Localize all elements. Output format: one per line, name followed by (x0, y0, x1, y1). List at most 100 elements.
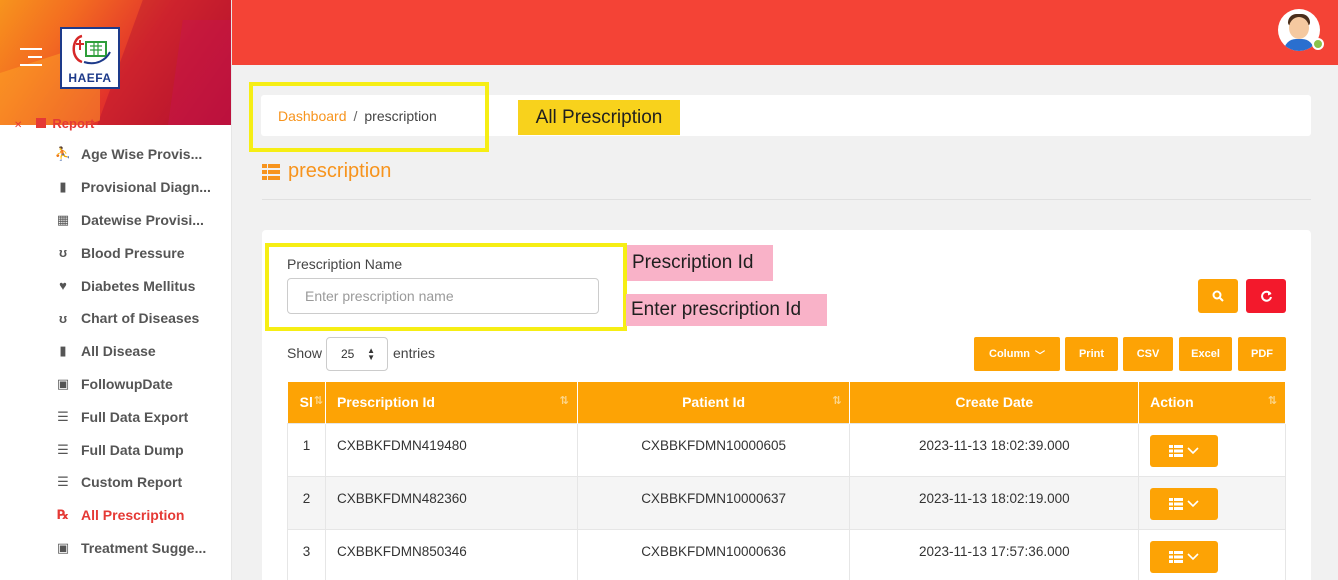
sidebar-item-blood-pressure[interactable]: ʊ Blood Pressure (0, 236, 231, 269)
calendar-icon: ▦ (56, 211, 70, 227)
row-action-dropdown-button[interactable] (1150, 434, 1219, 467)
sidebar-item-label: Diabetes Mellitus (81, 277, 196, 294)
sidebar-item-label: Blood Pressure (81, 244, 185, 261)
sidebar-item-all-prescription[interactable]: ℞ All Prescription (0, 499, 231, 532)
sidebar-item-label: Custom Report (81, 474, 183, 491)
annotation-all-prescription: All Prescription (518, 100, 680, 135)
haefa-logo[interactable]: HAEFA (60, 27, 120, 89)
heartbeat-icon: ♥ (59, 278, 67, 294)
column-header-patient-id[interactable]: Patient Id ⇅ (577, 382, 851, 423)
sidebar-item-provisional-diagn[interactable]: ▮ Provisional Diagn... (0, 171, 231, 204)
refresh-icon (1260, 290, 1272, 302)
cell-prescription-id: CXBBKFDMN482360 (324, 475, 578, 530)
stethoscope-icon: ʊ (58, 245, 68, 261)
sidebar-item-chart-of-diseases[interactable]: ʊ Chart of Diseases (0, 302, 231, 335)
divider (262, 199, 1311, 200)
sidebar-item-full-data-dump[interactable]: ☰ Full Data Dump (0, 433, 231, 466)
chevron-down-icon (1187, 446, 1199, 454)
entries-label: entries (393, 345, 436, 361)
hospital-icon: ▣ (56, 375, 70, 391)
column-header-prescription-id[interactable]: Prescription Id ⇅ (325, 382, 578, 423)
cell-prescription-id: CXBBKFDMN419480 (324, 422, 578, 477)
cell-patient-id: CXBBKFDMN10000637 (576, 475, 851, 530)
entries-select[interactable]: 25 ▲ ▼ (326, 337, 388, 371)
topbar (232, 0, 1338, 65)
search-icon (1212, 290, 1224, 302)
scroll-icon: ▮ (59, 179, 67, 195)
annotation-prescription-id: Prescription Id (627, 245, 773, 281)
sidebar-item-followupdate[interactable]: ▣ FollowupDate (0, 368, 231, 401)
list-icon: ☰ (57, 408, 69, 424)
cell-sl: 1 (287, 422, 326, 477)
sidebar-item-label: Full Data Export (81, 408, 189, 425)
sidebar-item-custom-report[interactable]: ☰ Custom Report (0, 466, 231, 499)
cell-create-date: 2023-11-13 18:02:19.000 (849, 475, 1140, 530)
csv-button[interactable]: CSV (1123, 337, 1173, 371)
cell-prescription-id: CXBBKFDMN850346 (324, 528, 578, 580)
list-icon: ☰ (57, 441, 69, 457)
cell-patient-id: CXBBKFDMN10000636 (576, 528, 851, 580)
column-button[interactable]: Column ﹀ (974, 337, 1060, 371)
sidebar: HAEFA ✕ Report ⛹ Age Wise Provis... ▮ Provis… (0, 0, 232, 580)
cell-patient-id: CXBBKFDMN10000605 (576, 422, 851, 477)
pdf-button[interactable]: PDF (1238, 337, 1286, 371)
column-header-sl[interactable]: Sl ⇅ (287, 382, 326, 423)
sidebar-menu: ⛹ Age Wise Provis... ▮ Provisional Diagn...… (0, 138, 231, 565)
print-button[interactable]: Print (1065, 337, 1118, 371)
row-action-dropdown-button[interactable] (1150, 487, 1219, 520)
logo-text: HAEFA (68, 71, 112, 85)
table-row: 2 CXBBKFDMN482360 CXBBKFDMN10000637 2023-11… (287, 475, 1286, 530)
sidebar-item-full-data-export[interactable]: ☰ Full Data Export (0, 400, 231, 433)
column-header-create-date[interactable]: Create Date (849, 382, 1140, 423)
sidebar-item-report[interactable]: ✕ Report (14, 116, 94, 131)
table-row: 1 CXBBKFDMN419480 CXBBKFDMN10000605 2023-11… (287, 422, 1286, 477)
chevron-down-icon (1187, 499, 1199, 507)
sidebar-item-label: Treatment Sugge... (81, 539, 207, 556)
sidebar-item-treatment-sugge[interactable]: ▣ Treatment Sugge... (0, 532, 231, 565)
page-title: prescription (262, 160, 391, 183)
table-row: 3 CXBBKFDMN850346 CXBBKFDMN10000636 2023-11… (287, 528, 1286, 580)
search-button[interactable] (1198, 279, 1238, 313)
show-label: Show (287, 345, 323, 361)
cell-action (1138, 422, 1286, 477)
sidebar-item-age-wise-provis[interactable]: ⛹ Age Wise Provis... (0, 138, 231, 171)
column-header-action[interactable]: Action ⇅ (1138, 382, 1286, 423)
sort-arrows-icon: ▲ ▼ (367, 346, 375, 362)
list-icon (262, 163, 280, 180)
sidebar-item-label: Chart of Diseases (81, 310, 200, 327)
sidebar-item-datewise-provisi[interactable]: ▦ Datewise Provisi... (0, 204, 231, 237)
online-status-dot (1312, 38, 1324, 50)
logo-mark-icon (72, 34, 111, 65)
annotation-enter-prescription-id: Enter prescription Id (626, 294, 827, 326)
sidebar-item-label: All Disease (81, 343, 156, 360)
sidebar-header: HAEFA (0, 0, 231, 125)
cell-create-date: 2023-11-13 17:57:36.000 (849, 528, 1140, 580)
prescription-icon: ℞ (57, 507, 69, 523)
stethoscope-icon: ʊ (58, 310, 68, 326)
list-icon (1169, 550, 1184, 563)
sidebar-item-label: All Prescription (81, 507, 185, 524)
reset-button[interactable] (1246, 279, 1286, 313)
sidebar-item-all-disease[interactable]: ▮ All Disease (0, 335, 231, 368)
chevron-down-icon (1187, 552, 1199, 560)
sidebar-item-label: Full Data Dump (81, 441, 184, 458)
list-icon: ☰ (57, 474, 69, 490)
cell-action (1138, 528, 1286, 580)
sidebar-item-label: Datewise Provisi... (81, 211, 204, 228)
sidebar-item-label: Provisional Diagn... (81, 179, 211, 196)
menu-toggle-icon[interactable] (20, 48, 42, 68)
list-icon (1169, 444, 1184, 457)
cell-sl: 3 (287, 528, 326, 580)
medkit-icon: ▣ (56, 539, 70, 555)
user-injured-icon: ⛹ (54, 146, 72, 162)
cell-create-date: 2023-11-13 18:02:39.000 (849, 422, 1140, 477)
sidebar-item-label: FollowupDate (81, 375, 173, 392)
row-action-dropdown-button[interactable] (1150, 540, 1219, 573)
excel-button[interactable]: Excel (1179, 337, 1232, 371)
cell-action (1138, 475, 1286, 530)
prescription-table: Sl ⇅ Prescription Id ⇅ Patient Id ⇅ Create … (287, 382, 1286, 580)
sidebar-item-label: Age Wise Provis... (81, 146, 203, 163)
highlight-box-filter (265, 243, 627, 331)
sidebar-item-diabetes-mellitus[interactable]: ♥ Diabetes Mellitus (0, 269, 231, 302)
cell-sl: 2 (287, 475, 326, 530)
